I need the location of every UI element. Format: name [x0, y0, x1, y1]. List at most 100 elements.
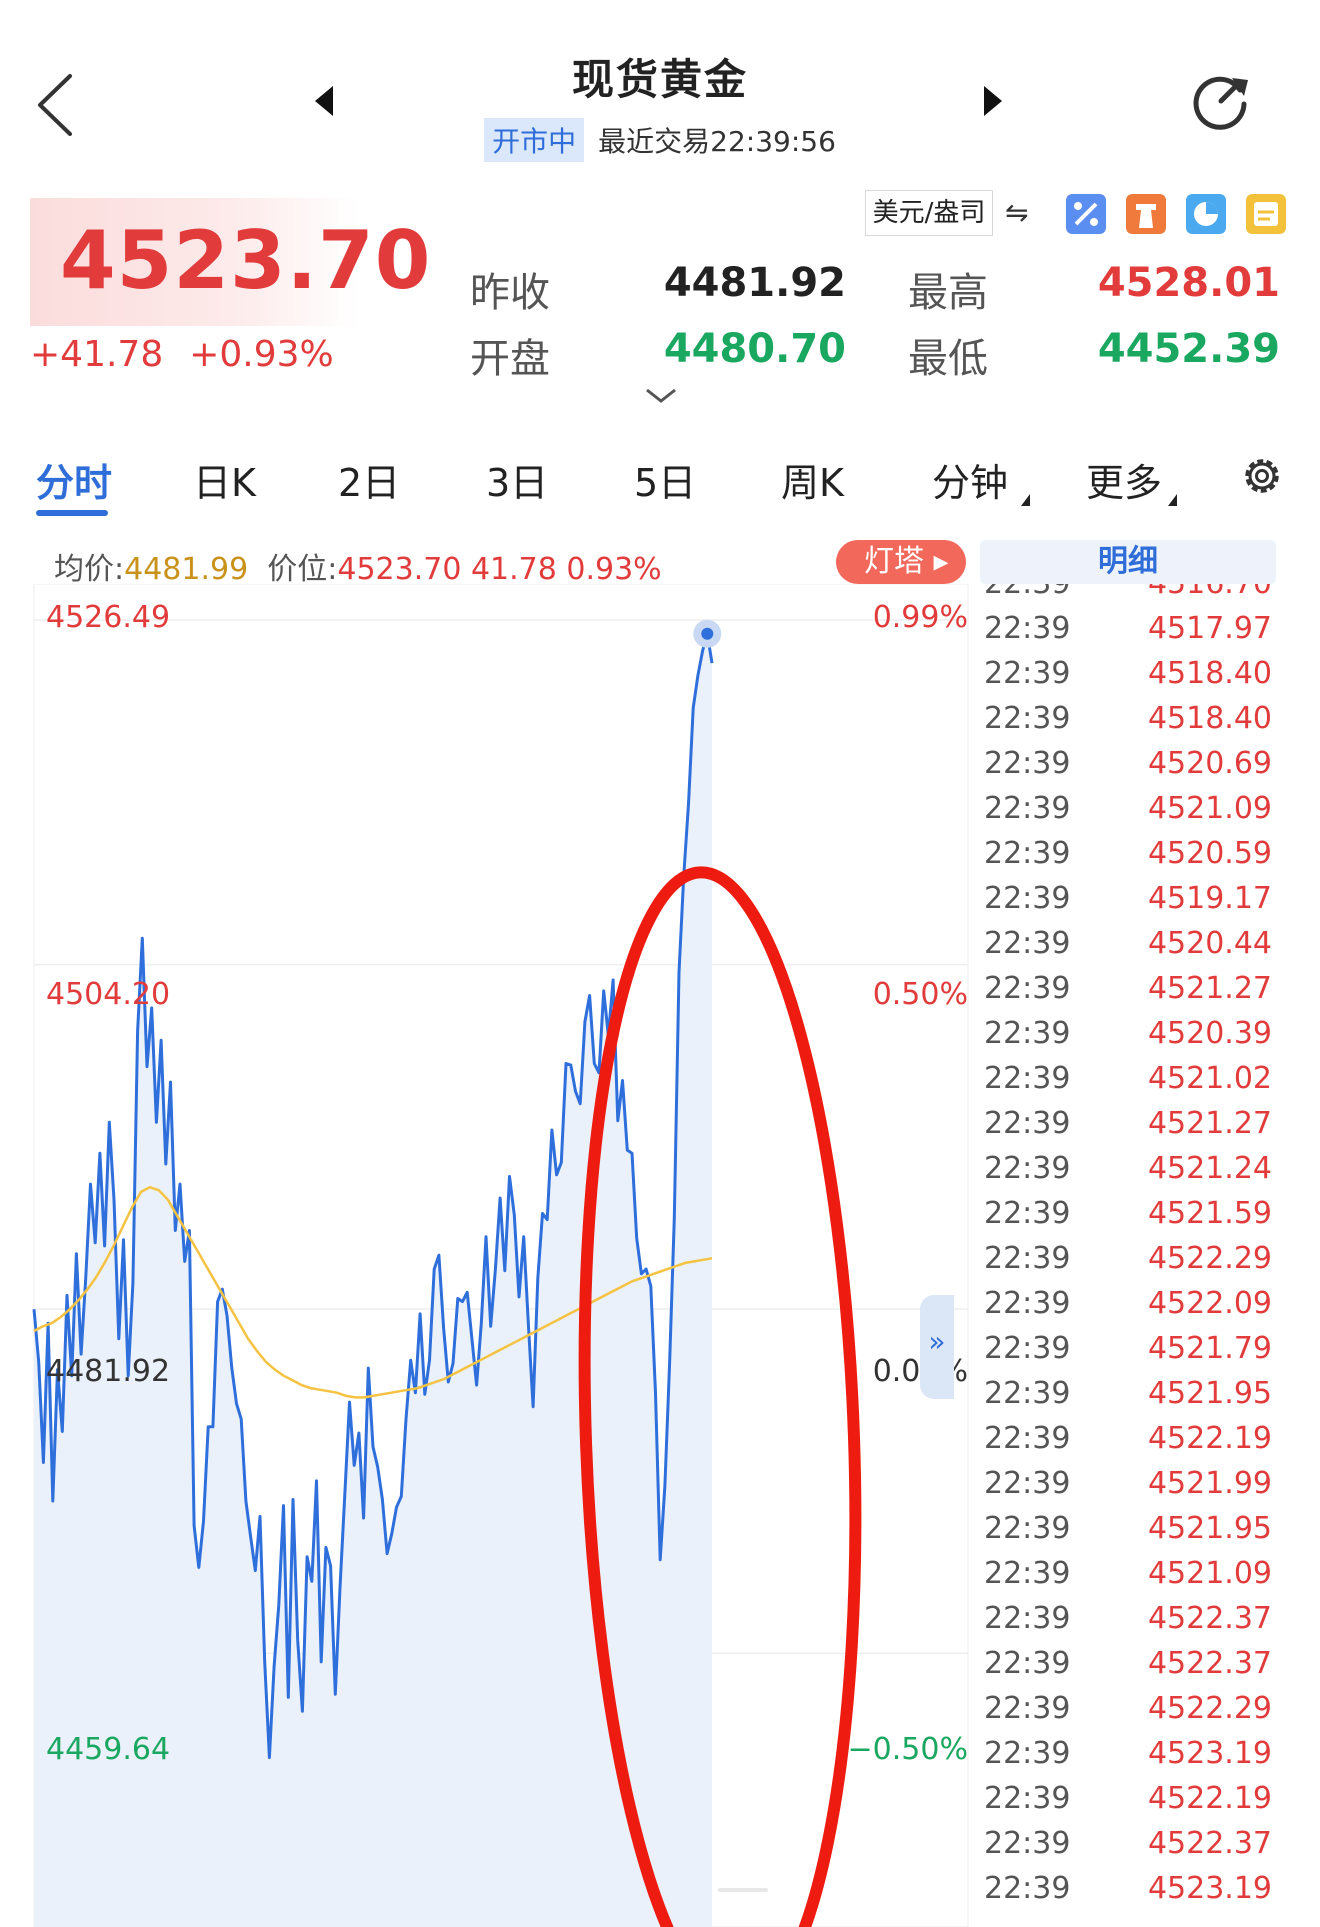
- tab-2-day[interactable]: 2日: [338, 452, 400, 507]
- price-change-percent: +0.93%: [189, 334, 334, 375]
- high-label: 最高: [908, 270, 988, 316]
- tab-daily-k[interactable]: 日K: [193, 452, 256, 507]
- avg-price-value: 4481.99: [124, 552, 249, 587]
- detail-row: 22:39 4523.19: [980, 1732, 1280, 1777]
- low-label: 最低: [908, 336, 988, 382]
- detail-price: 4521.09: [1147, 791, 1272, 826]
- refresh-icon[interactable]: [1188, 68, 1254, 134]
- detail-row: 22:39 4522.29: [980, 1237, 1280, 1282]
- detail-price: 4520.59: [1147, 836, 1272, 871]
- detail-time: 22:39: [984, 611, 1071, 646]
- tab-more[interactable]: 更多: [1086, 452, 1162, 507]
- page-title: 现货黄金: [571, 55, 748, 104]
- detail-time: 22:39: [984, 1286, 1071, 1321]
- detail-price: 4523.19: [1147, 1736, 1272, 1771]
- market-status-row: 开市中 最近交易22:39:56: [0, 118, 1320, 162]
- detail-price: 4520.44: [1147, 926, 1272, 961]
- detail-time: 22:39: [984, 1376, 1071, 1411]
- pie-chart-tool-icon[interactable]: [1186, 194, 1226, 234]
- prev-close-label: 昨收: [470, 270, 550, 316]
- detail-row: 22:39 4520.39: [980, 1012, 1280, 1057]
- detail-price: 4521.59: [1147, 1196, 1272, 1231]
- detail-time: 22:39: [984, 1061, 1071, 1096]
- detail-price: 4521.27: [1147, 1106, 1272, 1141]
- lighttower-label: 灯塔: [864, 544, 924, 579]
- play-icon: ▸: [924, 544, 949, 579]
- prev-close-value: 4481.92: [663, 260, 846, 306]
- detail-time: 22:39: [984, 656, 1071, 691]
- expand-chevron-icon[interactable]: [645, 388, 677, 404]
- detail-price: 4522.29: [1147, 1241, 1272, 1276]
- low-value: 4452.39: [1097, 326, 1280, 372]
- detail-row: 22:39 4521.02: [980, 1057, 1280, 1102]
- trade-detail-list[interactable]: 22:394516.7022:394517.9722:394518.4022:3…: [980, 584, 1280, 1927]
- detail-time: 22:39: [984, 1196, 1071, 1231]
- last-trade-time: 最近交易22:39:56: [598, 125, 836, 158]
- detail-row: 22:39 4521.95: [980, 1372, 1280, 1417]
- detail-row: 22:39 4521.79: [980, 1327, 1280, 1372]
- detail-price: 4522.19: [1147, 1781, 1272, 1816]
- tab-3-day[interactable]: 3日: [486, 452, 548, 507]
- detail-time: 22:39: [984, 1646, 1071, 1681]
- detail-price: 4521.27: [1147, 971, 1272, 1006]
- detail-row: 22:39 4521.59: [980, 1192, 1280, 1237]
- unit-selector[interactable]: 美元/盎司: [865, 190, 993, 236]
- open-label: 开盘: [470, 336, 550, 382]
- detail-price: 4521.09: [1147, 1556, 1272, 1591]
- detail-row: 22:39 4521.24: [980, 1147, 1280, 1192]
- tab-minute[interactable]: 分钟: [932, 452, 1008, 507]
- y-tick-left-3: 4459.64: [46, 1732, 171, 1767]
- detail-row: 22:39 4522.37: [980, 1642, 1280, 1687]
- detail-tab[interactable]: 明细: [980, 540, 1276, 584]
- detail-row: 22:39 4521.09: [980, 1552, 1280, 1597]
- detail-time: 22:39: [984, 1556, 1071, 1591]
- intraday-chart: [32, 584, 969, 1927]
- detail-price: 4518.40: [1147, 701, 1272, 736]
- detail-time: 22:39: [984, 1466, 1071, 1501]
- swap-unit-icon[interactable]: ⇋: [1005, 196, 1028, 229]
- detail-price: 4521.02: [1147, 1061, 1272, 1096]
- tab-5-day[interactable]: 5日: [634, 452, 696, 507]
- lighthouse-tool-icon[interactable]: [1126, 194, 1166, 234]
- high-value: 4528.01: [1097, 260, 1280, 306]
- detail-time: 22:39: [984, 1736, 1071, 1771]
- next-instrument-icon[interactable]: [982, 86, 1002, 116]
- detail-row: 22:39 4522.37: [980, 1597, 1280, 1642]
- detail-time: 22:39: [984, 1601, 1071, 1636]
- detail-price: 4522.09: [1147, 1286, 1272, 1321]
- detail-time: 22:39: [984, 1106, 1071, 1141]
- detail-time: 22:39: [984, 836, 1071, 871]
- detail-row: 22:39 4520.69: [980, 742, 1280, 787]
- gear-icon[interactable]: [1238, 452, 1286, 500]
- vip-tool-icon[interactable]: [1246, 194, 1286, 234]
- price-position-label: 价位:: [267, 552, 338, 587]
- price-change: +41.78: [30, 334, 164, 375]
- detail-row: 22:39 4523.19: [980, 1867, 1280, 1912]
- chart-info-line: 均价:4481.99 价位:4523.70 41.78 0.93%: [54, 544, 662, 588]
- detail-time: 22:39: [984, 1871, 1071, 1906]
- detail-row: 22:39 4521.95: [980, 1507, 1280, 1552]
- more-dropdown-icon: [1168, 494, 1177, 506]
- percent-tool-icon[interactable]: [1066, 194, 1106, 234]
- lighttower-button[interactable]: 灯塔 ▸: [836, 540, 966, 584]
- detail-row: 22:39 4516.70: [980, 584, 1280, 607]
- minute-dropdown-icon: [1021, 494, 1030, 506]
- drag-handle[interactable]: [718, 1888, 768, 1892]
- detail-price: 4523.19: [1147, 1871, 1272, 1906]
- detail-price: 4518.40: [1147, 656, 1272, 691]
- detail-price: 4521.95: [1147, 1511, 1272, 1546]
- detail-row: 22:39 4520.59: [980, 832, 1280, 877]
- detail-time: 22:39: [984, 1421, 1071, 1456]
- open-value: 4480.70: [663, 326, 846, 372]
- market-open-badge: 开市中: [484, 118, 585, 162]
- tab-weekly-k[interactable]: 周K: [781, 452, 844, 507]
- detail-time: 22:39: [984, 1826, 1071, 1861]
- tab-intraday[interactable]: 分时: [36, 452, 112, 507]
- detail-time: 22:39: [984, 881, 1071, 916]
- avg-price-label: 均价:: [54, 552, 125, 587]
- detail-row: 22:39 4520.44: [980, 922, 1280, 967]
- y-tick-left-1: 4504.20: [46, 977, 171, 1012]
- detail-price: 4521.79: [1147, 1331, 1272, 1366]
- expand-panel-button[interactable]: »: [920, 1295, 954, 1399]
- detail-time: 22:39: [984, 926, 1071, 961]
